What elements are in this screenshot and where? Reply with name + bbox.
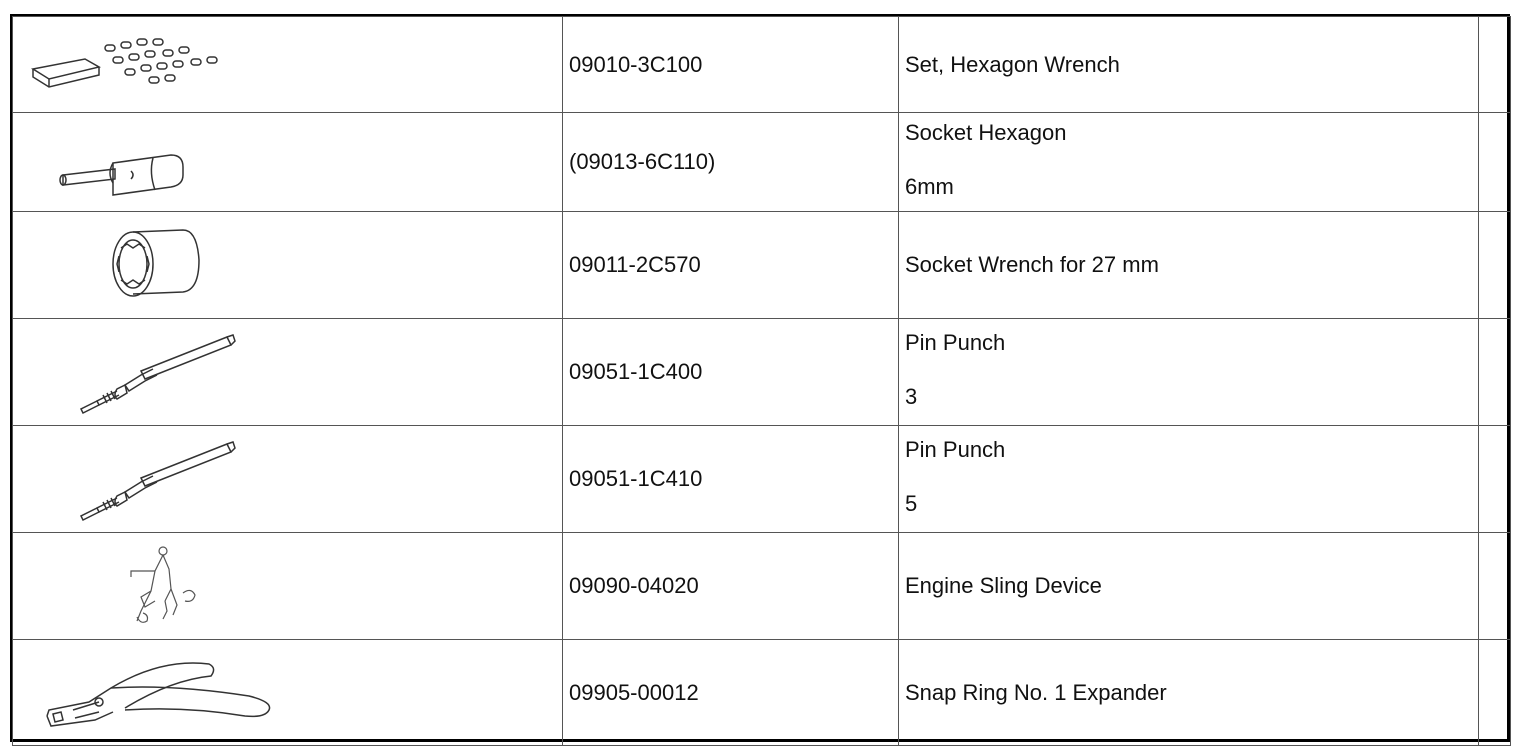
- snap-ring-expander-icon: [46, 662, 271, 727]
- part-number: 09051-1C410: [562, 425, 899, 533]
- table-row: 09051-1C410 Pin Punch 5: [12, 425, 1511, 533]
- tool-description: Pin Punch 5: [898, 425, 1479, 533]
- hexagon-wrench-set-icon: [30, 38, 218, 88]
- tool-image-cell: [12, 425, 563, 533]
- tool-name: Snap Ring No. 1 Expander: [898, 639, 1479, 746]
- part-number: 09011-2C570: [562, 211, 899, 319]
- tool-name: Pin Punch: [905, 330, 1006, 355]
- blank-cell: [1478, 211, 1511, 319]
- socket-wrench-icon: [112, 229, 200, 297]
- tool-size: 6mm: [905, 174, 954, 199]
- tool-name: Socket Wrench for 27 mm: [898, 211, 1479, 319]
- blank-cell: [1478, 532, 1511, 640]
- engine-sling-device-icon: [130, 546, 196, 623]
- tool-size: 5: [905, 491, 918, 516]
- part-number: 09010-3C100: [562, 16, 899, 113]
- blank-cell: [1478, 112, 1511, 212]
- tool-description: Socket Hexagon 6mm: [898, 112, 1479, 212]
- part-number: 09051-1C400: [562, 318, 899, 426]
- table-row: 09051-1C400 Pin Punch 3: [12, 318, 1511, 426]
- table-row: 09905-00012 Snap Ring No. 1 Expander: [12, 639, 1511, 746]
- tool-image-cell: [12, 318, 563, 426]
- tool-image-cell: [12, 16, 563, 113]
- blank-cell: [1478, 16, 1511, 113]
- table-row: 09010-3C100 Set, Hexagon Wrench: [12, 16, 1511, 113]
- tool-image-cell: [12, 211, 563, 319]
- blank-cell: [1478, 425, 1511, 533]
- tool-name: Set, Hexagon Wrench: [898, 16, 1479, 113]
- part-number: 09090-04020: [562, 532, 899, 640]
- socket-hexagon-icon: [59, 154, 184, 196]
- tool-name: Engine Sling Device: [898, 532, 1479, 640]
- special-tools-table: 09010-3C100 Set, Hexagon Wrench (09013-6…: [12, 16, 1511, 746]
- tool-image-cell: [12, 639, 563, 746]
- table-row: 09011-2C570 Socket Wrench for 27 mm: [12, 211, 1511, 319]
- table-row: (09013-6C110) Socket Hexagon 6mm: [12, 112, 1511, 212]
- pin-punch-icon: [79, 441, 236, 522]
- tool-size: 3: [905, 384, 918, 409]
- tool-image-cell: [12, 112, 563, 212]
- part-number: (09013-6C110): [562, 112, 899, 212]
- pin-punch-icon: [79, 334, 236, 415]
- blank-cell: [1478, 639, 1511, 746]
- blank-cell: [1478, 318, 1511, 426]
- table-row: 09090-04020 Engine Sling Device: [12, 532, 1511, 640]
- tool-description: Pin Punch 3: [898, 318, 1479, 426]
- tool-image-cell: [12, 532, 563, 640]
- tool-name: Pin Punch: [905, 437, 1006, 462]
- part-number: 09905-00012: [562, 639, 899, 746]
- tool-name: Socket Hexagon: [905, 120, 1067, 145]
